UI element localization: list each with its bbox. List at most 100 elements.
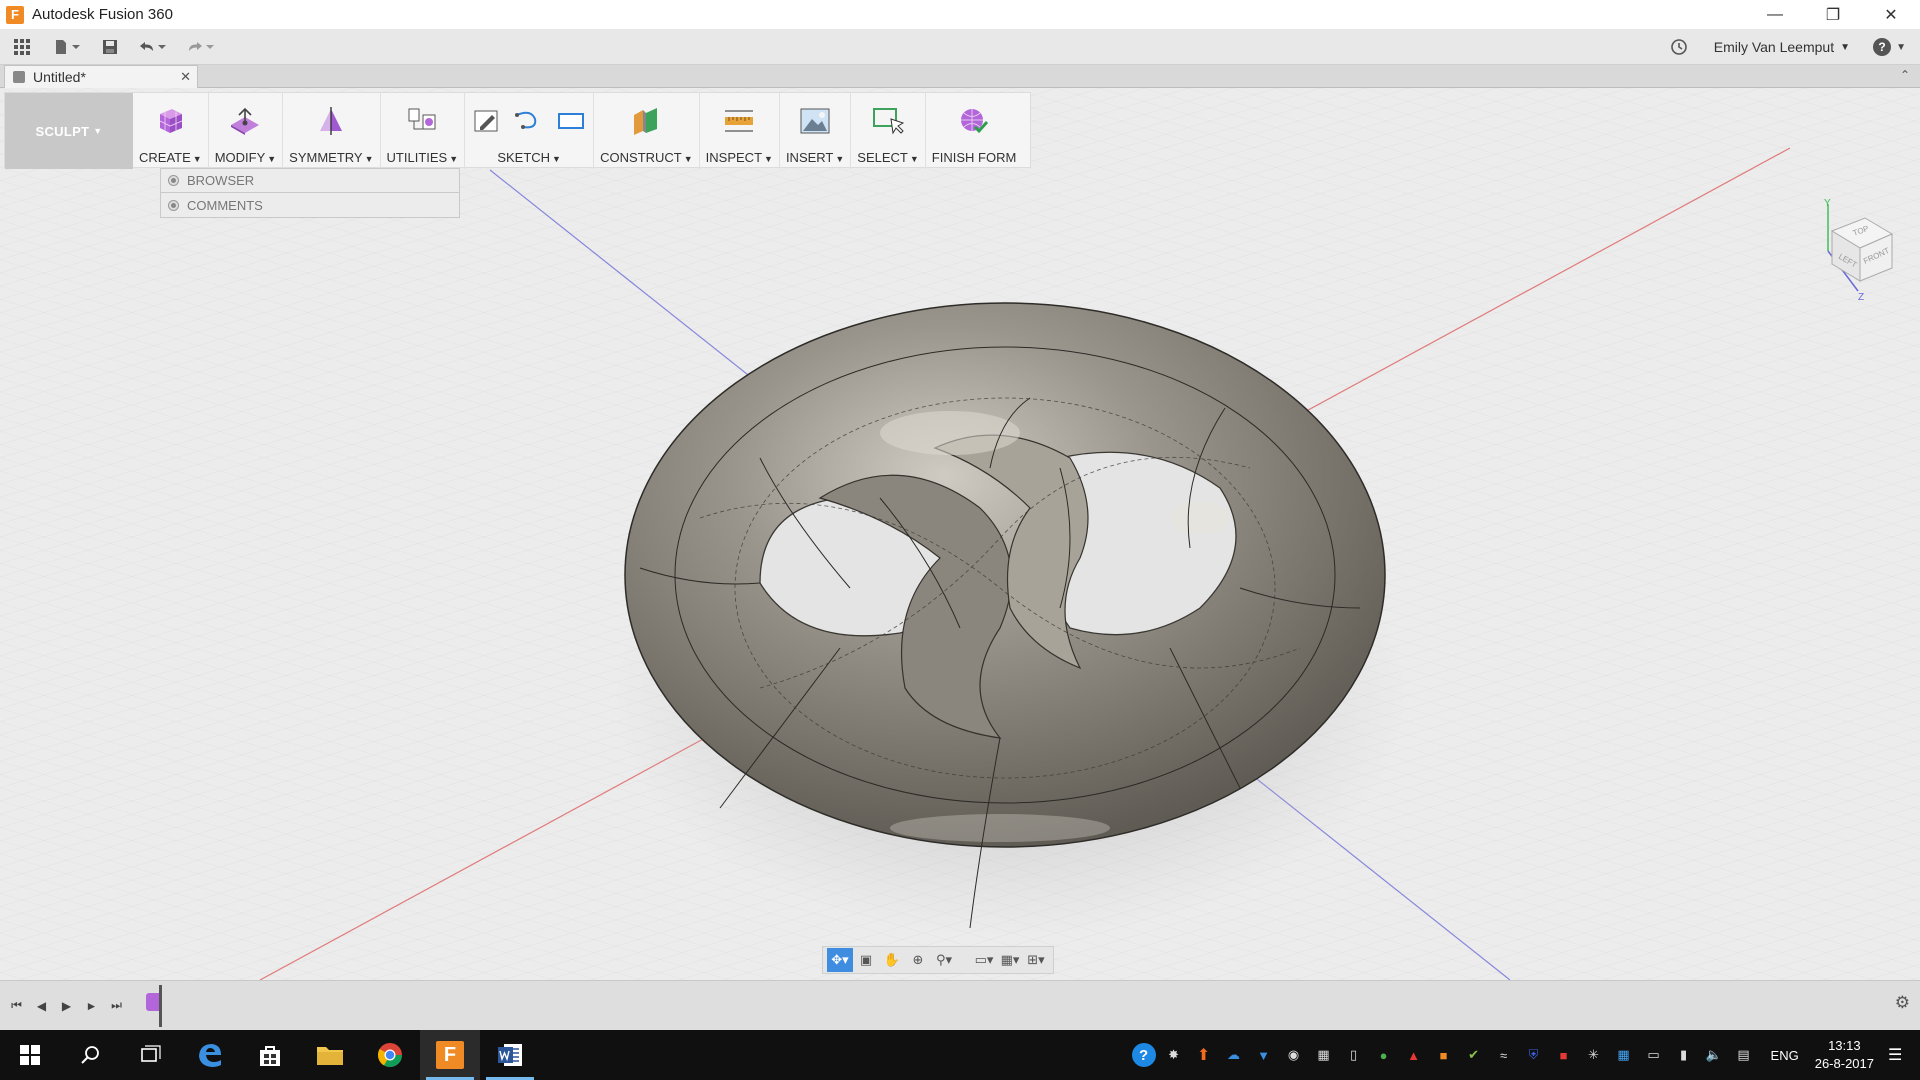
- toolbar-group-construct[interactable]: CONSTRUCT ▼: [594, 93, 700, 169]
- solidworks-icon[interactable]: ■: [1549, 1030, 1579, 1080]
- taskbar-clock[interactable]: 13:13 26-8-2017: [1815, 1037, 1874, 1073]
- task-view-icon[interactable]: [120, 1030, 180, 1080]
- symmetry-menu-label[interactable]: SYMMETRY ▼: [289, 150, 373, 165]
- view-cube[interactable]: Y Z TOP LEFT FRONT: [1810, 196, 1900, 301]
- windows-start-icon[interactable]: [0, 1030, 60, 1080]
- display-icon[interactable]: ▭: [1639, 1030, 1669, 1080]
- toolbar-group-modify[interactable]: MODIFY ▼: [209, 93, 284, 169]
- toolbar-group-create[interactable]: CREATE ▼: [133, 93, 209, 169]
- toolbar-group-symmetry[interactable]: SYMMETRY ▼: [283, 93, 381, 169]
- sketch-menu-label[interactable]: SKETCH ▼: [497, 150, 561, 165]
- toolbar-group-insert[interactable]: INSERT ▼: [780, 93, 852, 169]
- create-sketch-icon[interactable]: [471, 105, 503, 137]
- save-icon[interactable]: [92, 29, 128, 65]
- chevron-up-icon[interactable]: ⌃: [1900, 68, 1910, 82]
- battery-icon[interactable]: ▮: [1669, 1030, 1699, 1080]
- usb-icon[interactable]: ▯: [1339, 1030, 1369, 1080]
- orbit-icon[interactable]: ✥▾: [827, 948, 853, 972]
- settings-tray-icon[interactable]: ✸: [1159, 1030, 1189, 1080]
- create-menu-label[interactable]: CREATE ▼: [139, 150, 202, 165]
- undo-icon[interactable]: [128, 29, 176, 65]
- insert-image-icon[interactable]: [798, 105, 832, 137]
- measure-icon[interactable]: [722, 105, 756, 137]
- acrobat-icon[interactable]: ▲: [1399, 1030, 1429, 1080]
- vpn-shield-icon[interactable]: ⛨: [1519, 1030, 1549, 1080]
- restore-icon[interactable]: ❐: [1804, 0, 1862, 29]
- zoom-icon[interactable]: ⊕: [905, 948, 931, 972]
- timeline-previous-icon[interactable]: ◀: [29, 991, 54, 1021]
- edge-browser-icon[interactable]: [180, 1030, 240, 1080]
- create-box-icon[interactable]: [154, 105, 186, 137]
- workspace-switcher[interactable]: SCULPT ▼: [5, 93, 133, 169]
- tray-green-icon[interactable]: ●: [1369, 1030, 1399, 1080]
- bluetooth-icon[interactable]: ✳: [1579, 1030, 1609, 1080]
- onedrive-icon[interactable]: ☁: [1219, 1030, 1249, 1080]
- tray-blue-icon[interactable]: ▦: [1609, 1030, 1639, 1080]
- browser-row[interactable]: BROWSER: [160, 168, 460, 193]
- tray-orange-icon[interactable]: ■: [1429, 1030, 1459, 1080]
- minimize-icon[interactable]: —: [1746, 0, 1804, 29]
- tray-check-icon[interactable]: ✔: [1459, 1030, 1489, 1080]
- rectangle-icon[interactable]: [555, 105, 587, 137]
- select-menu-label[interactable]: SELECT ▼: [857, 150, 919, 165]
- grid-settings-icon[interactable]: ▦▾: [997, 948, 1023, 972]
- network-filter-icon[interactable]: ▼: [1249, 1030, 1279, 1080]
- inspect-menu-label[interactable]: INSPECT ▼: [706, 150, 773, 165]
- expand-icon[interactable]: [169, 200, 178, 210]
- timeline-next-icon[interactable]: ►: [79, 991, 104, 1021]
- comments-row[interactable]: COMMENTS: [160, 193, 460, 218]
- construct-menu-label[interactable]: CONSTRUCT ▼: [600, 150, 693, 165]
- file-explorer-icon[interactable]: [300, 1030, 360, 1080]
- zoom-window-icon[interactable]: ⚲▾: [931, 948, 957, 972]
- document-tab[interactable]: Untitled* ✕: [4, 65, 198, 88]
- expand-icon[interactable]: [169, 176, 178, 185]
- word-icon[interactable]: [480, 1030, 540, 1080]
- file-menu-icon[interactable]: [44, 29, 92, 65]
- symmetry-icon[interactable]: [316, 105, 346, 137]
- offset-plane-icon[interactable]: [629, 105, 663, 137]
- display-settings-icon[interactable]: ▭▾: [971, 948, 997, 972]
- gear-icon[interactable]: ⚙: [1895, 993, 1910, 1013]
- upload-tray-icon[interactable]: ⬆: [1189, 1030, 1219, 1080]
- close-icon[interactable]: ✕: [1862, 0, 1920, 29]
- timeline-marker[interactable]: [159, 985, 162, 1027]
- toolbar-group-inspect[interactable]: INSPECT ▼: [700, 93, 780, 169]
- chrome-icon[interactable]: [360, 1030, 420, 1080]
- modify-menu-label[interactable]: MODIFY ▼: [215, 150, 276, 165]
- insert-menu-label[interactable]: INSERT ▼: [786, 150, 844, 165]
- spline-icon[interactable]: [513, 105, 545, 137]
- gamepad-icon[interactable]: ◉: [1279, 1030, 1309, 1080]
- canvas-viewport[interactable]: Y Z TOP LEFT FRONT: [0, 88, 1920, 980]
- pan-hand-icon[interactable]: ✋: [879, 948, 905, 972]
- toolbar-group-sketch[interactable]: SKETCH ▼: [465, 93, 595, 169]
- utilities-icon[interactable]: [405, 105, 439, 137]
- data-panel-grid-icon[interactable]: [0, 29, 44, 65]
- viewports-icon[interactable]: ⊞▾: [1023, 948, 1049, 972]
- toolbar-group-select[interactable]: SELECT ▼: [851, 93, 926, 169]
- job-status-clock-icon[interactable]: [1670, 29, 1688, 65]
- help-menu[interactable]: ? ▼: [1873, 29, 1906, 65]
- finish-form-icon[interactable]: [957, 105, 991, 137]
- toolbar-group-utilities[interactable]: UTILITIES ▼: [381, 93, 466, 169]
- volume-icon[interactable]: 🔈: [1699, 1030, 1729, 1080]
- store-icon[interactable]: [240, 1030, 300, 1080]
- search-icon[interactable]: [60, 1030, 120, 1080]
- timeline-last-icon[interactable]: ⏭: [104, 991, 129, 1021]
- edit-form-icon[interactable]: [228, 105, 262, 137]
- input-language[interactable]: ENG: [1771, 1048, 1799, 1063]
- tray-app-icon[interactable]: ▦: [1309, 1030, 1339, 1080]
- toolbar-group-finish-form[interactable]: FINISH FORM: [926, 93, 1031, 169]
- fusion-taskbar-icon[interactable]: F: [420, 1030, 480, 1080]
- timeline-first-icon[interactable]: ⏮: [4, 991, 29, 1021]
- finish-form-label[interactable]: FINISH FORM: [932, 150, 1017, 165]
- redo-icon[interactable]: [176, 29, 224, 65]
- user-account-menu[interactable]: Emily Van Leemput ▼: [1714, 29, 1850, 65]
- look-at-icon[interactable]: ▣: [853, 948, 879, 972]
- utilities-menu-label[interactable]: UTILITIES ▼: [387, 150, 459, 165]
- notifications-icon[interactable]: ☰: [1888, 1045, 1910, 1065]
- timeline-play-icon[interactable]: ▶: [54, 991, 79, 1021]
- action-center-icon[interactable]: ▤: [1729, 1030, 1759, 1080]
- select-icon[interactable]: [871, 105, 905, 137]
- close-tab-icon[interactable]: ✕: [180, 69, 191, 85]
- wifi-icon[interactable]: ≈: [1489, 1030, 1519, 1080]
